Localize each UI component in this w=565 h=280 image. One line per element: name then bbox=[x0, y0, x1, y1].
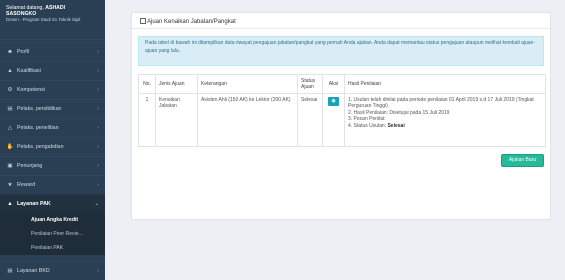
main-content: Ajuan Kenaikan Jabatan/Pangkat Pada tabe… bbox=[105, 0, 565, 280]
cell-keterangan: Asisten Ahli (150 AK) ke Lektor (200 AK) bbox=[197, 93, 298, 147]
col-header-hasil: Hasil Penilaian bbox=[344, 74, 546, 94]
book-icon: ▤ bbox=[7, 106, 13, 112]
sidebar-item-layanan-bkd[interactable]: ▤ Layanan BKD › bbox=[0, 261, 105, 280]
sidebar-item-reward[interactable]: ★ Reward › bbox=[0, 175, 105, 194]
sidebar-item-penelitian[interactable]: △ Pelaks. penelitian › bbox=[0, 118, 105, 137]
chevron-right-icon: › bbox=[97, 87, 99, 93]
sidebar-item-label: Layanan BKD bbox=[17, 268, 50, 274]
cell-status: Selesai bbox=[297, 93, 323, 147]
sidebar-item-label: Profil bbox=[17, 49, 30, 55]
hasil-line-4-label: 4. Status Usulan: bbox=[348, 122, 388, 129]
sidebar-item-label: Layanan PAK bbox=[17, 201, 51, 207]
col-header-keterangan: Keterangan bbox=[197, 74, 298, 94]
col-header-jenis: Jenis Ajuan bbox=[155, 74, 198, 94]
chevron-right-icon: › bbox=[97, 268, 99, 274]
info-alert: Pada tabel di bawah ini ditampilkan data… bbox=[138, 36, 544, 66]
sidebar-item-kualifikasi[interactable]: ▲ Kualifikasi › bbox=[0, 61, 105, 80]
sidebar-item-pendidikan[interactable]: ▤ Pelaks. pendidikan › bbox=[0, 99, 105, 118]
table-row: 1 Kenaikan Jabatan Asisten Ahli (150 AK)… bbox=[138, 93, 546, 147]
calendar-icon: ▣ bbox=[7, 163, 13, 169]
status-usulan-value: Selesai bbox=[387, 122, 405, 129]
user-icon: ☻ bbox=[7, 49, 13, 55]
sidebar-item-layanan-pak[interactable]: ▲ Layanan PAK ⌄ bbox=[0, 194, 105, 213]
submenu-item-ajuan-angka-kredit[interactable]: Ajuan Angka Kredit bbox=[0, 213, 105, 227]
hasil-line-1: 1. Usulan telah dinilai pada periode pen… bbox=[348, 97, 534, 110]
sidebar-item-label: Pelaks. pendidikan bbox=[17, 106, 62, 112]
sidebar-item-kompetensi[interactable]: ⚙ Kompetensi › bbox=[0, 80, 105, 99]
sidebar-item-label: Penunjang bbox=[17, 163, 43, 169]
ajuan-panel: Ajuan Kenaikan Jabatan/Pangkat Pada tabe… bbox=[131, 12, 551, 220]
trophy-icon: ★ bbox=[7, 182, 13, 188]
col-header-aksi: Aksi bbox=[322, 74, 345, 94]
sidebar-item-profil[interactable]: ☻ Profil › bbox=[0, 42, 105, 61]
graduation-icon: ▲ bbox=[7, 201, 13, 207]
ajukan-baru-button[interactable]: Ajukan Baru bbox=[501, 154, 544, 167]
sidebar-item-pengabdian[interactable]: ✋ Pelaks. pengabdian › bbox=[0, 137, 105, 156]
eye-icon: ◉ bbox=[331, 98, 336, 104]
chevron-right-icon: › bbox=[97, 163, 99, 169]
user-subtitle: Dosen - Program Studi S1 Teknik Sipil bbox=[6, 17, 81, 23]
submenu-layanan-pak: Ajuan Angka Kredit Penilaian Peer Revie.… bbox=[0, 213, 105, 255]
col-header-no: No. bbox=[138, 74, 156, 94]
chevron-right-icon: › bbox=[97, 182, 99, 188]
chevron-down-icon: ⌄ bbox=[94, 201, 99, 207]
panel-title: Ajuan Kenaikan Jabatan/Pangkat bbox=[147, 19, 236, 25]
chevron-right-icon: › bbox=[97, 106, 99, 112]
sidebar-item-label: Reward bbox=[17, 182, 36, 188]
sidebar: Selamat datang, ASHADI SASONGKO Dosen - … bbox=[0, 0, 105, 280]
sidebar-item-label: Pelaks. pengabdian bbox=[17, 144, 64, 150]
edit-icon bbox=[140, 18, 146, 24]
cell-aksi: ◉ bbox=[322, 93, 345, 147]
welcome-text: Selamat datang, bbox=[6, 5, 44, 11]
submenu-item-penilaian-peer-review[interactable]: Penilaian Peer Revie... bbox=[0, 227, 105, 241]
flask-icon: △ bbox=[7, 125, 13, 131]
ajuan-table: No. Jenis Ajuan Keterangan Status Ajuan … bbox=[138, 74, 546, 147]
chevron-right-icon: › bbox=[97, 49, 99, 55]
hands-icon: ✋ bbox=[6, 144, 14, 150]
table-header-row: No. Jenis Ajuan Keterangan Status Ajuan … bbox=[138, 74, 546, 94]
gear-icon: ⚙ bbox=[7, 87, 13, 93]
user-welcome: Selamat datang, ASHADI SASONGKO Dosen - … bbox=[0, 0, 105, 40]
user-name-part1: ASHADI bbox=[45, 5, 66, 11]
view-button[interactable]: ◉ bbox=[328, 97, 339, 106]
hasil-line-4: 4. Status Usulan: Selesai bbox=[348, 123, 542, 129]
col-header-status: Status Ajuan bbox=[297, 74, 323, 94]
panel-header: Ajuan Kenaikan Jabatan/Pangkat bbox=[132, 13, 550, 29]
cell-hasil: 1. Usulan telah dinilai pada periode pen… bbox=[344, 93, 546, 147]
submenu-item-penilaian-pak[interactable]: Penilaian PAK bbox=[0, 241, 105, 255]
graduation-icon: ▲ bbox=[7, 68, 13, 74]
chevron-right-icon: › bbox=[97, 144, 99, 150]
chevron-right-icon: › bbox=[97, 68, 99, 74]
chevron-right-icon: › bbox=[97, 125, 99, 131]
sidebar-item-label: Pelaks. penelitian bbox=[17, 125, 59, 131]
sidebar-item-label: Kualifikasi bbox=[17, 68, 41, 74]
clipboard-icon: ▤ bbox=[7, 268, 13, 274]
cell-jenis: Kenaikan Jabatan bbox=[155, 93, 198, 147]
sidebar-item-label: Kompetensi bbox=[17, 87, 45, 93]
sidebar-item-penunjang[interactable]: ▣ Penunjang › bbox=[0, 156, 105, 175]
cell-no: 1 bbox=[138, 93, 156, 147]
